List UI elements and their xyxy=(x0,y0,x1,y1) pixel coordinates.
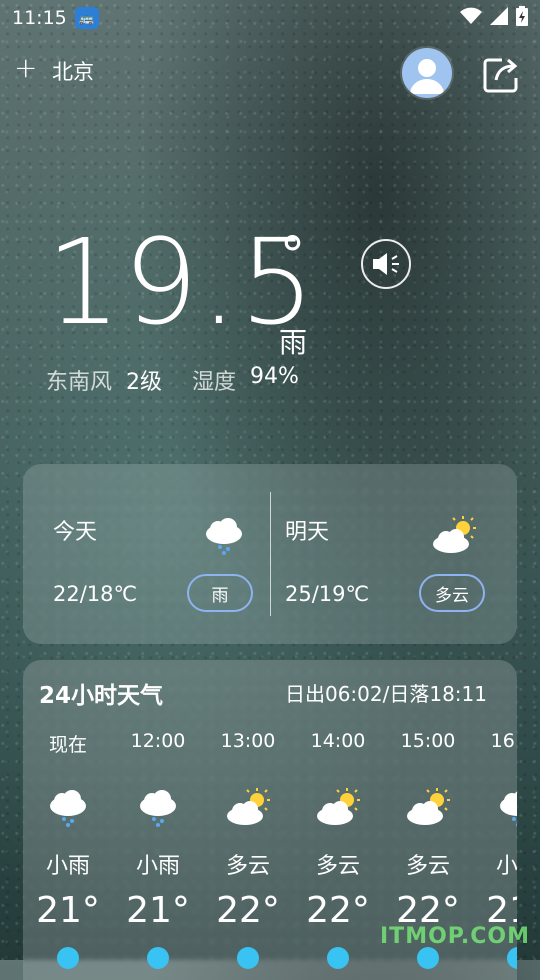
hour-condition: 小雨 xyxy=(45,854,90,879)
day-label: 今天 xyxy=(53,520,98,545)
temperature-dot xyxy=(147,947,169,969)
hour-temperature: 22° xyxy=(306,890,370,931)
hour-condition: 多云 xyxy=(405,854,450,879)
speaker-icon xyxy=(373,253,399,275)
day-label: 明天 xyxy=(285,520,330,545)
hour-item: 现在 小雨 21° xyxy=(23,730,113,969)
hour-condition: 多云 xyxy=(315,854,360,879)
hour-temperature: 21° xyxy=(126,890,190,931)
voice-broadcast-button[interactable] xyxy=(361,239,411,289)
status-time: 11:15 xyxy=(12,7,67,29)
day-temp-range: 22/18℃ xyxy=(53,582,138,606)
day-condition-badge: 多云 xyxy=(419,574,485,612)
wind-humidity-row: 东南风 2级 湿度 94% xyxy=(46,364,299,396)
degree-symbol: ° xyxy=(280,226,305,284)
partly-cloudy-icon xyxy=(407,788,450,825)
sunrise-sunset: 日出06:02/日落18:11 xyxy=(284,682,487,706)
hour-condition: 多云 xyxy=(225,854,270,879)
hour-time: 现在 xyxy=(48,734,87,756)
hourly-title: 24小时天气 xyxy=(39,683,164,709)
bus-app-icon: 🚌 xyxy=(74,7,99,29)
partly-cloudy-icon xyxy=(317,788,360,825)
hour-time: 14:00 xyxy=(310,730,366,752)
humidity-value: 94% xyxy=(250,364,299,389)
temperature-dot xyxy=(57,947,79,969)
partly-cloudy-icon xyxy=(433,516,476,553)
site-watermark: ITMOP.COM xyxy=(380,924,530,949)
current-temperature: 19.5 xyxy=(46,213,317,351)
hour-time: 15:00 xyxy=(400,730,456,752)
user-avatar[interactable] xyxy=(402,48,452,98)
hour-time: 12:00 xyxy=(130,730,186,752)
hour-item: 14:00 多云 22° xyxy=(293,730,383,969)
partly-cloudy-icon xyxy=(227,788,270,825)
battery-icon xyxy=(516,6,528,30)
day-condition-badge: 雨 xyxy=(187,574,253,612)
temperature-dot xyxy=(237,947,259,969)
current-condition: 雨 xyxy=(279,326,308,359)
share-icon xyxy=(483,58,518,93)
temperature-dot xyxy=(507,947,517,969)
hour-condition: 小雨 xyxy=(135,854,180,879)
rain-cloud-icon xyxy=(140,790,176,827)
rain-cloud-icon xyxy=(500,791,517,827)
top-bar: + 北京 xyxy=(0,48,540,104)
daily-forecast-card[interactable]: 今天 22/18℃ 雨 明天 25/19℃ 多云 xyxy=(23,464,517,644)
temperature-dot xyxy=(417,947,439,969)
hour-temperature: 22° xyxy=(216,890,280,931)
share-button[interactable] xyxy=(480,52,524,96)
hour-time: 16:00 xyxy=(490,730,517,752)
day-temp-range: 25/19℃ xyxy=(285,582,370,606)
temperature-dot xyxy=(327,947,349,969)
add-city-button[interactable]: + xyxy=(14,54,37,82)
signal-icon xyxy=(490,7,508,29)
tomorrow-forecast[interactable]: 明天 25/19℃ 多云 xyxy=(255,464,502,644)
hour-item: 13:00 多云 22° xyxy=(203,730,293,969)
today-forecast[interactable]: 今天 22/18℃ 雨 xyxy=(23,464,270,644)
rain-cloud-icon xyxy=(206,518,242,555)
wifi-icon xyxy=(460,7,482,29)
status-bar: 11:15 🚌 xyxy=(0,0,540,36)
city-name[interactable]: 北京 xyxy=(52,56,94,86)
hour-condition: 小雨 xyxy=(495,854,517,879)
hour-temperature: 21° xyxy=(36,890,100,931)
wind-direction: 东南风 xyxy=(46,370,113,395)
hour-time: 13:00 xyxy=(220,730,276,752)
rain-cloud-icon xyxy=(50,790,86,827)
avatar-person-icon xyxy=(410,59,444,94)
humidity-label: 湿度 xyxy=(192,370,237,395)
hour-item: 12:00 小雨 21° xyxy=(113,730,203,969)
wind-level: 2级 xyxy=(126,370,163,395)
